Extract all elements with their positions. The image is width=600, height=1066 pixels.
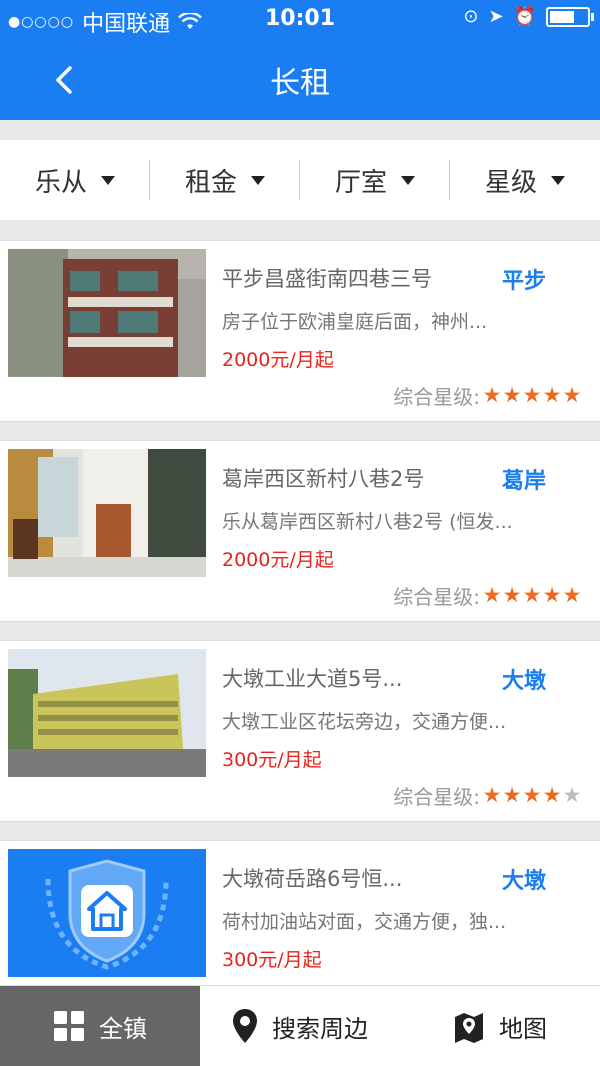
rating-row: 综合星级: ★★★★★ (393, 781, 582, 810)
listing-price: 2000元/月起 (222, 549, 334, 571)
listing-area: 平步 (501, 269, 546, 294)
location-pin-icon (233, 1009, 257, 1043)
listing-description: 房子位于欧浦皇庭后面，神州... (222, 311, 488, 333)
star-filled-icon: ★ (502, 383, 522, 407)
listing-list: 平步昌盛街南四巷三号 平步 房子位于欧浦皇庭后面，神州... 2000元/月起 … (0, 240, 600, 1040)
listing-price: 300元/月起 (222, 749, 322, 771)
filter-rent[interactable]: 租金 (150, 140, 300, 220)
listing-card[interactable]: 大墩工业大道5号... 大墩 大墩工业区花坛旁边，交通方便... 300元/月起… (0, 640, 600, 822)
tab-whole-town[interactable]: 全镇 (0, 986, 200, 1066)
star-rating: ★★★★★ (482, 585, 582, 606)
rating-row: 综合星级: ★★★★★ (393, 381, 582, 410)
star-filled-icon: ★ (482, 583, 502, 607)
filter-star-rating[interactable]: 星级 (450, 140, 600, 220)
page-title: 长租 (270, 66, 330, 101)
filter-town[interactable]: 乐从 (0, 140, 150, 220)
listing-card[interactable]: 平步昌盛街南四巷三号 平步 房子位于欧浦皇庭后面，神州... 2000元/月起 … (0, 240, 600, 422)
caret-down-icon (401, 175, 415, 185)
star-filled-icon: ★ (522, 583, 542, 607)
listing-area: 大墩 (501, 669, 546, 694)
listing-title: 平步昌盛街南四巷三号 (222, 267, 432, 291)
tab-label: 地图 (499, 1014, 547, 1043)
star-filled-icon: ★ (562, 583, 582, 607)
tab-map[interactable]: 地图 (400, 986, 600, 1066)
listing-price: 2000元/月起 (222, 349, 334, 371)
star-filled-icon: ★ (522, 783, 542, 807)
listing-area: 葛岸 (501, 469, 546, 494)
grid-icon (54, 1011, 84, 1041)
listing-thumbnail-logo (8, 849, 206, 977)
listing-price: 300元/月起 (222, 949, 322, 971)
listing-card[interactable]: 葛岸西区新村八巷2号 葛岸 乐从葛岸西区新村八巷2号 (恒发... 2000元/… (0, 440, 600, 622)
star-filled-icon: ★ (542, 383, 562, 407)
star-filled-icon: ★ (562, 383, 582, 407)
listing-thumbnail-room (8, 449, 206, 577)
nav-bar: 长租 (0, 40, 600, 120)
tab-label: 搜索周边 (272, 1014, 368, 1043)
location-arrow-icon: ➤ (488, 6, 504, 27)
status-bar: ●○○○○ 中国联通 10:01 ⊙ ➤ ⏰ (0, 0, 600, 40)
listing-title: 大墩荷岳路6号恒... (222, 867, 403, 891)
star-filled-icon: ★ (482, 383, 502, 407)
battery-icon (546, 6, 594, 27)
listing-thumbnail-dormitory (8, 649, 206, 777)
listing-description: 大墩工业区花坛旁边，交通方便... (222, 711, 507, 733)
listing-description: 乐从葛岸西区新村八巷2号 (恒发... (222, 511, 513, 533)
filter-label: 厅室 (334, 167, 387, 198)
tab-search-nearby[interactable]: 搜索周边 (200, 986, 400, 1066)
filter-rooms[interactable]: 厅室 (300, 140, 450, 220)
status-right: ⊙ ➤ ⏰ (463, 6, 594, 27)
tab-bar: 全镇 搜索周边 地图 (0, 985, 600, 1066)
filter-label: 乐从 (34, 167, 87, 198)
star-filled-icon: ★ (502, 583, 522, 607)
star-filled-icon: ★ (542, 583, 562, 607)
listing-title: 葛岸西区新村八巷2号 (222, 467, 425, 491)
listing-title: 大墩工业大道5号... (222, 667, 403, 691)
star-rating: ★★★★★ (482, 385, 582, 406)
star-rating: ★★★★★ (482, 785, 582, 806)
rating-label: 综合星级: (393, 385, 480, 409)
rating-row: 综合星级: ★★★★★ (393, 581, 582, 610)
listing-thumbnail-building (8, 249, 206, 377)
alarm-icon: ⏰ (513, 6, 536, 27)
tab-label: 全镇 (99, 1014, 147, 1043)
rotation-lock-icon: ⊙ (463, 6, 479, 27)
star-filled-icon: ★ (502, 783, 522, 807)
rating-label: 综合星级: (393, 785, 480, 809)
map-icon (455, 1013, 483, 1043)
filter-label: 星级 (484, 167, 537, 198)
star-filled-icon: ★ (542, 783, 562, 807)
caret-down-icon (101, 175, 115, 185)
star-filled-icon: ★ (482, 783, 502, 807)
star-empty-icon: ★ (562, 783, 582, 807)
star-filled-icon: ★ (522, 383, 542, 407)
filter-bar: 乐从 租金 厅室 星级 (0, 140, 600, 220)
filter-label: 租金 (184, 167, 237, 198)
caret-down-icon (551, 175, 565, 185)
rating-label: 综合星级: (393, 585, 480, 609)
caret-down-icon (251, 175, 265, 185)
listing-area: 大墩 (501, 869, 546, 894)
listing-description: 荷村加油站对面，交通方便，独... (222, 911, 507, 933)
